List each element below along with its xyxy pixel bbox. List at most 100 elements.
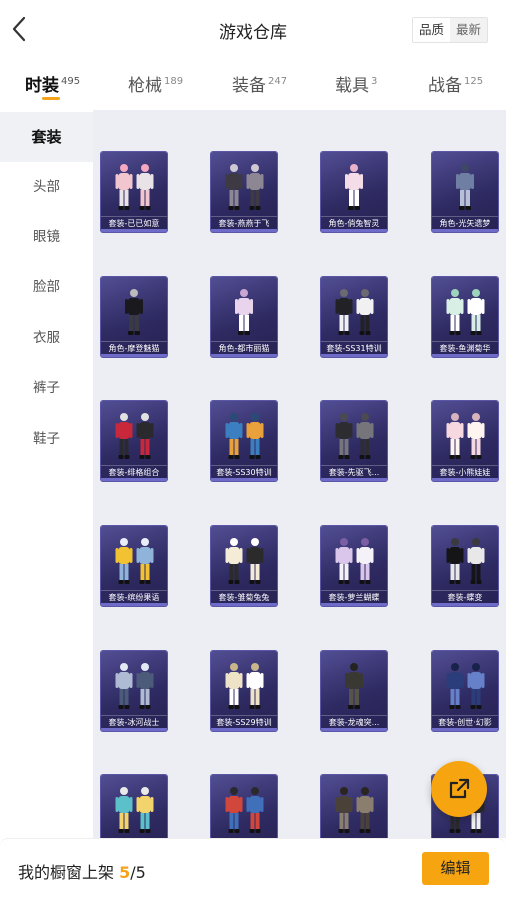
outfit-card[interactable]: 套装-先驱飞... bbox=[321, 401, 387, 481]
sidebar-item-face[interactable]: 脸部 bbox=[0, 262, 93, 312]
outfit-card[interactable]: 套装-绯格组合 bbox=[101, 401, 167, 481]
sort-toggle[interactable]: 品质 最新 bbox=[411, 17, 488, 43]
single-character-black-cat-icon bbox=[125, 289, 143, 335]
quality-strip bbox=[101, 603, 167, 606]
single-character-dress-icon bbox=[235, 289, 253, 335]
outfit-card-label: 角色-光矢遗梦 bbox=[432, 216, 498, 229]
quality-strip bbox=[432, 728, 498, 731]
outfit-card[interactable]: 套装-雏菊兔兔 bbox=[211, 526, 277, 606]
twin-outfit-black-icon bbox=[446, 538, 485, 584]
quality-strip bbox=[101, 354, 167, 357]
share-button[interactable] bbox=[431, 761, 487, 817]
outfit-card-label: 套装-鱼渊菊华 bbox=[432, 341, 498, 354]
showcase-label: 我的橱窗上架 bbox=[18, 863, 120, 882]
twin-outfit-mint-icon bbox=[446, 289, 485, 335]
outfit-card[interactable]: 角色-光矢遗梦 bbox=[432, 152, 498, 232]
outfit-card[interactable]: 套装-鱼渊菊华 bbox=[432, 277, 498, 357]
header-bar: 游戏仓库 品质 最新 bbox=[0, 0, 506, 60]
single-character-soldier-icon bbox=[345, 663, 363, 709]
sort-option-latest[interactable]: 最新 bbox=[449, 18, 487, 42]
active-tab-indicator bbox=[42, 97, 60, 100]
tab-fashion[interactable]: 时装 495 bbox=[25, 71, 80, 96]
twin-outfit-navy-icon bbox=[446, 663, 485, 709]
twin-outfit-mono-icon bbox=[335, 289, 374, 335]
subcategory-sidebar: 套装 头部 眼镜 脸部 衣服 裤子 鞋子 bbox=[0, 110, 93, 838]
outfit-card-label: 套装-已已如意 bbox=[101, 216, 167, 229]
outfit-set-yellow-icon bbox=[115, 538, 154, 584]
twin-outfit-pastel-icon bbox=[446, 413, 485, 459]
outfit-card[interactable]: 套装-SS29特训 bbox=[211, 651, 277, 731]
outfit-card[interactable]: 套装-创世·幻影 bbox=[432, 651, 498, 731]
showcase-total-count: 5 bbox=[135, 863, 146, 882]
outfit-set-red-icon bbox=[115, 413, 154, 459]
tab-label: 载具 bbox=[335, 76, 369, 96]
showcase-current-count: 5 bbox=[119, 863, 131, 882]
outfit-card[interactable] bbox=[211, 775, 277, 838]
outfit-card-label: 套装-先驱飞... bbox=[321, 465, 387, 478]
outfit-card[interactable]: 套装-冰河战士 bbox=[101, 651, 167, 731]
outfit-card[interactable]: 套装-SS31特训 bbox=[321, 277, 387, 357]
tab-count: 125 bbox=[464, 76, 484, 87]
tab-label: 战备 bbox=[428, 76, 462, 96]
outfit-card[interactable]: 套装-小熊娃娃 bbox=[432, 401, 498, 481]
sidebar-item-glasses[interactable]: 眼镜 bbox=[0, 212, 93, 262]
tab-vehicles[interactable]: 载具 3 bbox=[335, 71, 377, 96]
outfit-card[interactable]: 套装-已已如意 bbox=[101, 152, 167, 232]
quality-strip bbox=[321, 478, 387, 481]
tab-count: 189 bbox=[164, 76, 184, 87]
tab-label: 枪械 bbox=[128, 76, 162, 96]
twin-outfit-ice-icon bbox=[115, 663, 154, 709]
tab-label: 时装 bbox=[25, 76, 59, 96]
twin-outfit-cream-icon bbox=[225, 538, 264, 584]
outfit-card[interactable]: 套装-燕燕于飞 bbox=[211, 152, 277, 232]
tab-supplies[interactable]: 战备 125 bbox=[428, 71, 483, 96]
tab-count: 247 bbox=[268, 76, 288, 87]
outfit-card[interactable]: 角色-都市丽猫 bbox=[211, 277, 277, 357]
outfit-card-label: 套装-绯格组合 bbox=[101, 465, 167, 478]
item-grid: 套装-已已如意 套装-燕燕于飞 角色-俏兔智灵 角色-光矢遗梦 角色-摩登魅猫 … bbox=[93, 110, 506, 838]
twin-outfit-blue-icon bbox=[225, 413, 264, 459]
tab-label: 装备 bbox=[232, 76, 266, 96]
quality-strip bbox=[432, 354, 498, 357]
twin-outfit-lilac-icon bbox=[335, 538, 374, 584]
quality-strip bbox=[321, 728, 387, 731]
sidebar-item-suits[interactable]: 套装 bbox=[0, 112, 93, 162]
outfit-card-label: 套装-创世·幻影 bbox=[432, 715, 498, 728]
outfit-card-label: 套装-燕燕于飞 bbox=[211, 216, 277, 229]
outfit-card[interactable]: 套装-蝶变 bbox=[432, 526, 498, 606]
outfit-card-label: 套装-SS31特训 bbox=[321, 341, 387, 354]
single-character-knight-icon bbox=[456, 164, 474, 210]
outfit-card[interactable]: 套装-龙魂突... bbox=[321, 651, 387, 731]
single-character-bunny-icon bbox=[345, 164, 363, 210]
outfit-card[interactable]: 套装-SS30特训 bbox=[211, 401, 277, 481]
outfit-card-label: 套装-SS29特训 bbox=[211, 715, 277, 728]
sidebar-item-clothes[interactable]: 衣服 bbox=[0, 313, 93, 363]
outfit-card[interactable]: 角色-俏兔智灵 bbox=[321, 152, 387, 232]
outfit-card[interactable] bbox=[321, 775, 387, 838]
quality-strip bbox=[101, 478, 167, 481]
outfit-card-label: 套装-萝兰蝴蝶 bbox=[321, 590, 387, 603]
edit-button[interactable]: 编辑 bbox=[422, 852, 489, 885]
quality-strip bbox=[211, 603, 277, 606]
twin-outfit-dark-icon bbox=[225, 164, 264, 210]
tab-equipment[interactable]: 装备 247 bbox=[232, 71, 287, 96]
outfit-card-label: 套装-小熊娃娃 bbox=[432, 465, 498, 478]
outfit-card[interactable]: 角色-摩登魅猫 bbox=[101, 277, 167, 357]
showcase-bar: 我的橱窗上架 5/5 编辑 bbox=[0, 838, 506, 897]
sort-option-quality[interactable]: 品质 bbox=[412, 18, 450, 42]
quality-strip bbox=[211, 478, 277, 481]
outfit-card-label: 套装-缤纷果语 bbox=[101, 590, 167, 603]
tab-firearms[interactable]: 枪械 189 bbox=[128, 71, 183, 96]
sidebar-item-head[interactable]: 头部 bbox=[0, 162, 93, 212]
outfit-card[interactable] bbox=[101, 775, 167, 838]
sidebar-item-shoes[interactable]: 鞋子 bbox=[0, 414, 93, 464]
quality-strip bbox=[432, 478, 498, 481]
outfit-card[interactable]: 套装-缤纷果语 bbox=[101, 526, 167, 606]
quality-strip bbox=[211, 229, 277, 232]
quality-strip bbox=[101, 728, 167, 731]
outfit-card[interactable]: 套装-萝兰蝴蝶 bbox=[321, 526, 387, 606]
quality-strip bbox=[432, 603, 498, 606]
quality-strip bbox=[321, 354, 387, 357]
sidebar-item-pants[interactable]: 裤子 bbox=[0, 363, 93, 413]
outfit-set-beige-icon bbox=[225, 663, 264, 709]
